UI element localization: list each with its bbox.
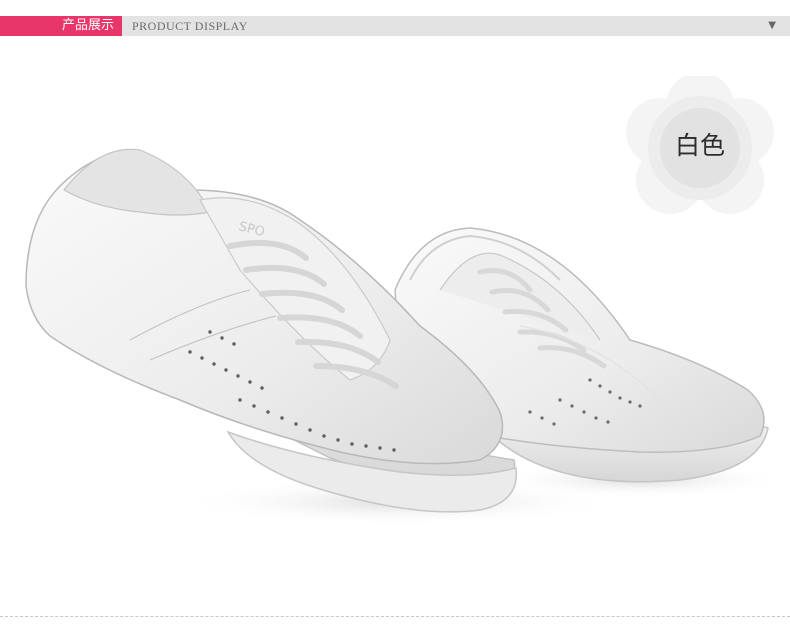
section-title-en: PRODUCT DISPLAY <box>132 19 248 33</box>
bottom-divider <box>0 616 790 617</box>
color-label: 白色 <box>674 131 725 160</box>
section-header: 产品展示 PRODUCT DISPLAY ▼ <box>0 16 790 36</box>
section-title-cn: 产品展示 <box>0 16 122 36</box>
caret-down-icon[interactable]: ▼ <box>768 16 776 36</box>
